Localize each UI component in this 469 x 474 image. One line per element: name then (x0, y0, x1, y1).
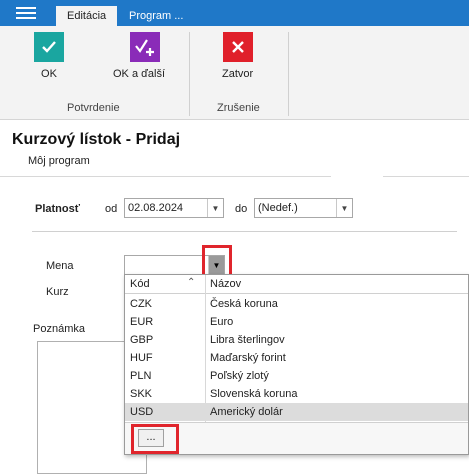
to-date-combo[interactable]: (Nedef.) ▼ (254, 198, 353, 218)
list-item[interactable]: HUF Maďarský forint (125, 349, 468, 367)
ribbon-tab-bar: Editácia Program ... (0, 0, 469, 26)
currency-code: SKK (130, 388, 153, 400)
to-label: do (235, 203, 248, 215)
ok-next-button[interactable]: OK a ďalší (113, 32, 165, 80)
ok-button[interactable]: OK (34, 32, 64, 80)
close-icon (222, 32, 253, 62)
currency-name: Euro (210, 316, 234, 328)
currency-name: Maďarský forint (210, 352, 286, 364)
currency-code: GBP (130, 334, 154, 346)
list-item[interactable]: GBP Libra šterlingov (125, 331, 468, 349)
column-header-name[interactable]: Názov (210, 275, 241, 294)
currency-name: Česká koruna (210, 298, 278, 310)
group-separator (189, 32, 190, 116)
checkmark-icon (34, 32, 64, 62)
chevron-down-icon[interactable]: ▼ (207, 199, 223, 217)
list-item[interactable]: CZK Česká koruna (125, 295, 468, 313)
title-divider (0, 176, 469, 177)
to-date-value: (Nedef.) (258, 202, 298, 214)
currency-code: PLN (130, 370, 152, 382)
rate-label: Kurz (46, 286, 69, 298)
section-divider (32, 231, 457, 232)
tab-program[interactable]: Program ... (118, 6, 194, 26)
tab-editacia[interactable]: Editácia (56, 6, 118, 26)
currency-name: Slovenská koruna (210, 388, 298, 400)
list-item-selected[interactable]: USD Americký dolár (125, 403, 468, 421)
list-item[interactable]: EUR Euro (125, 313, 468, 331)
currency-name: Poľský zlotý (210, 370, 269, 382)
page-title: Kurzový lístok - Pridaj (12, 131, 181, 148)
note-label: Poznámka (33, 323, 85, 335)
currency-label: Mena (46, 260, 74, 272)
dropdown-header: Kód ⌃ Názov (125, 275, 468, 294)
currency-code: HUF (130, 352, 153, 364)
group-label-confirm: Potvrdenie (67, 102, 120, 114)
page-subtitle: Môj program (28, 155, 90, 167)
currency-name: Libra šterlingov (210, 334, 285, 346)
currency-code: USD (130, 406, 154, 418)
currency-code: EUR (130, 316, 154, 328)
close-button[interactable]: Zatvor (222, 32, 253, 80)
group-label-cancel: Zrušenie (217, 102, 260, 114)
hamburger-icon (16, 6, 36, 20)
list-item[interactable]: PLN Poľský zlotý (125, 367, 468, 385)
currency-code: CZK (130, 298, 152, 310)
app-menu-button[interactable] (0, 0, 52, 26)
from-date-value: 02.08.2024 (128, 202, 184, 214)
from-date-combo[interactable]: 02.08.2024 ▼ (124, 198, 224, 218)
ribbon: OK OK a ďalší Potvrdenie Zatvor Zrušenie (0, 26, 469, 120)
sort-up-icon: ⌃ (187, 277, 196, 288)
check-plus-icon (130, 32, 160, 62)
list-item[interactable]: SKK Slovenská koruna (125, 385, 468, 403)
from-label: od (105, 203, 118, 215)
column-header-code[interactable]: Kód (130, 275, 150, 294)
ok-button-label: OK (41, 68, 57, 80)
group-separator (288, 32, 289, 116)
close-button-label: Zatvor (222, 68, 254, 80)
ok-next-button-label: OK a ďalší (113, 68, 166, 80)
highlight-more-button (131, 424, 179, 454)
chevron-down-icon[interactable]: ▼ (336, 199, 352, 217)
currency-name: Americký dolár (210, 406, 283, 418)
title-divider-gap (331, 175, 383, 178)
validity-label: Platnosť (35, 203, 80, 215)
